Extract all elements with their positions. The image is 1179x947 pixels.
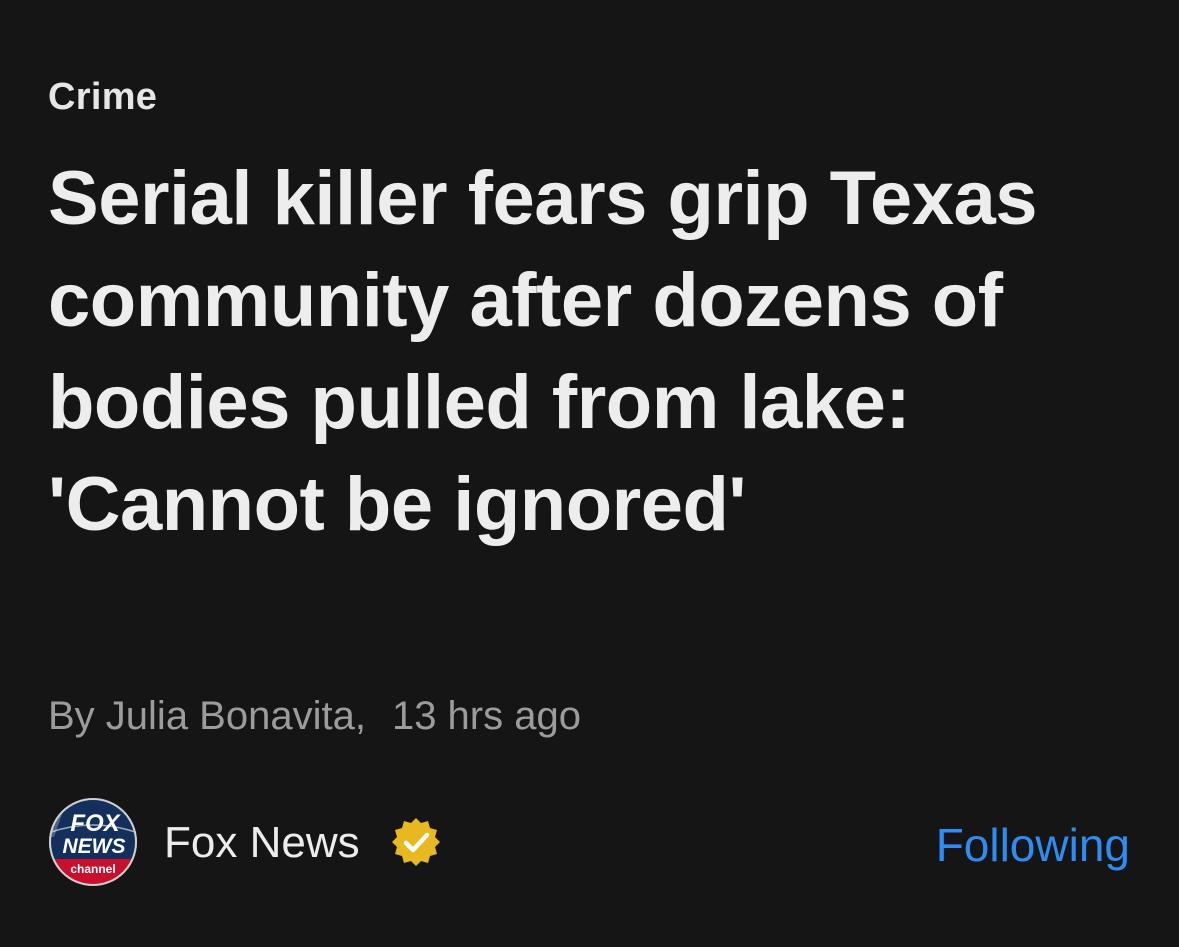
logo-text-bottom: channel — [70, 862, 115, 876]
verified-badge-icon — [392, 818, 440, 866]
source-name[interactable]: Fox News — [164, 818, 360, 868]
source-row: FOX NEWS channel Fox News Following — [48, 796, 1130, 888]
publish-time: 13 hrs ago — [391, 694, 581, 738]
logo-text-mid: NEWS — [63, 835, 126, 858]
logo-text-top: FOX — [70, 810, 121, 837]
following-button[interactable]: Following — [936, 818, 1130, 872]
category-label[interactable]: Crime — [48, 76, 157, 119]
author-name: By Julia Bonavita, — [48, 694, 366, 738]
fox-news-logo-icon[interactable]: FOX NEWS channel — [48, 797, 138, 887]
article-headline[interactable]: Serial killer fears grip Texas community… — [48, 148, 1088, 556]
byline: By Julia Bonavita, 13 hrs ago — [48, 694, 581, 739]
